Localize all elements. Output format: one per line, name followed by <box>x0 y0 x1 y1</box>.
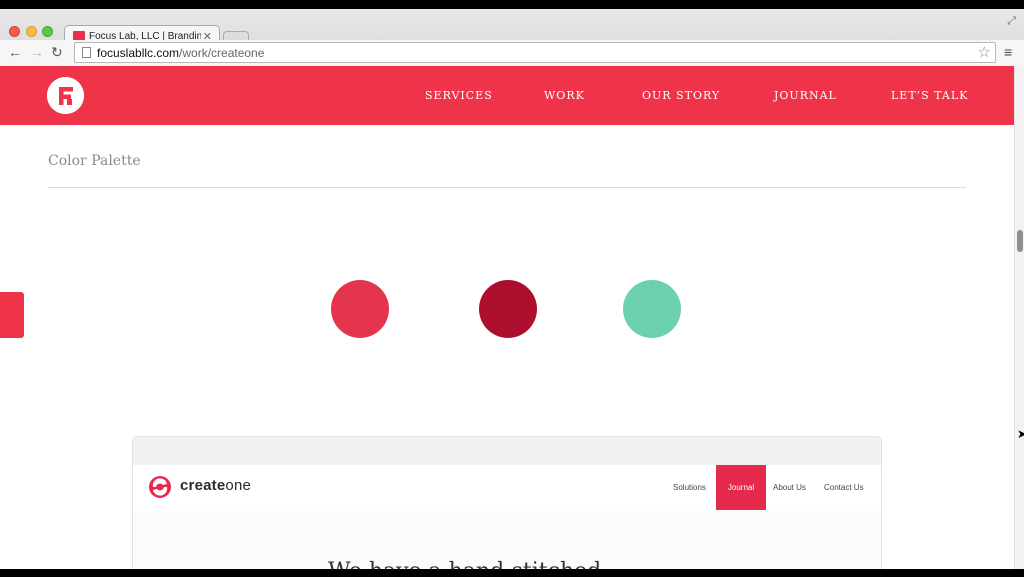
section-divider <box>48 187 966 188</box>
side-tab-button[interactable] <box>0 292 24 338</box>
color-swatch-crimson <box>479 280 537 338</box>
window-close-button[interactable] <box>9 26 20 37</box>
createone-logo-text: createone <box>180 477 251 494</box>
star-icon[interactable]: ☆ <box>978 43 991 61</box>
focus-lab-logo[interactable] <box>47 77 84 114</box>
logo-bold: create <box>180 477 226 494</box>
logo-light: one <box>225 477 252 494</box>
nav-journal[interactable]: JOURNAL <box>774 89 837 102</box>
url-path: /work/createone <box>179 46 265 60</box>
site-header: SERVICES WORK OUR STORY JOURNAL LET’S TA… <box>0 66 1014 125</box>
page-icon <box>82 47 91 58</box>
website-preview-card: createone Solutions Journal About Us Con… <box>132 436 882 569</box>
forward-arrow-icon[interactable]: → <box>30 44 44 60</box>
page-scrollbar[interactable] <box>1014 66 1024 569</box>
preview-nav-about: About Us <box>773 483 806 492</box>
url-text[interactable]: focuslabllc.com/work/createone <box>97 46 264 60</box>
preview-headline: We have a hand-stitched <box>328 559 601 569</box>
preview-nav-solutions: Solutions <box>673 483 706 492</box>
preview-nav-contact: Contact Us <box>824 483 864 492</box>
fullscreen-icon[interactable]: ⤢ <box>1007 15 1016 28</box>
address-bar[interactable]: focuslabllc.com/work/createone ☆ <box>74 42 996 63</box>
browser-chrome: Focus Lab, LLC | Branding ✕ ⤢ ← → ↻ focu… <box>0 9 1024 66</box>
browser-toolbar: ← → ↻ focuslabllc.com/work/createone ☆ ≡ <box>0 40 1024 66</box>
section-title: Color Palette <box>48 153 141 169</box>
window-minimize-button[interactable] <box>26 26 37 37</box>
color-swatch-red <box>331 280 389 338</box>
back-arrow-icon[interactable]: ← <box>8 44 22 60</box>
focus-lab-logo-icon <box>47 77 84 114</box>
hamburger-menu-icon[interactable]: ≡ <box>1004 44 1012 60</box>
window-zoom-button[interactable] <box>42 26 53 37</box>
preview-nav-journal: Journal <box>716 465 766 510</box>
preview-browser-bar <box>133 437 881 465</box>
preview-nav-bar: createone Solutions Journal About Us Con… <box>133 465 881 511</box>
page-viewport: SERVICES WORK OUR STORY JOURNAL LET’S TA… <box>0 66 1024 569</box>
reload-icon[interactable]: ↻ <box>51 44 63 60</box>
createone-logo-icon <box>149 476 171 498</box>
url-host: focuslabllc.com <box>97 46 180 60</box>
color-swatch-mint <box>623 280 681 338</box>
nav-lets-talk[interactable]: LET’S TALK <box>891 89 968 102</box>
scrollbar-thumb[interactable] <box>1017 230 1023 252</box>
mouse-cursor-icon: ➤ <box>1017 427 1024 441</box>
nav-services[interactable]: SERVICES <box>425 89 493 102</box>
nav-work[interactable]: WORK <box>544 89 585 102</box>
nav-our-story[interactable]: OUR STORY <box>642 89 720 102</box>
